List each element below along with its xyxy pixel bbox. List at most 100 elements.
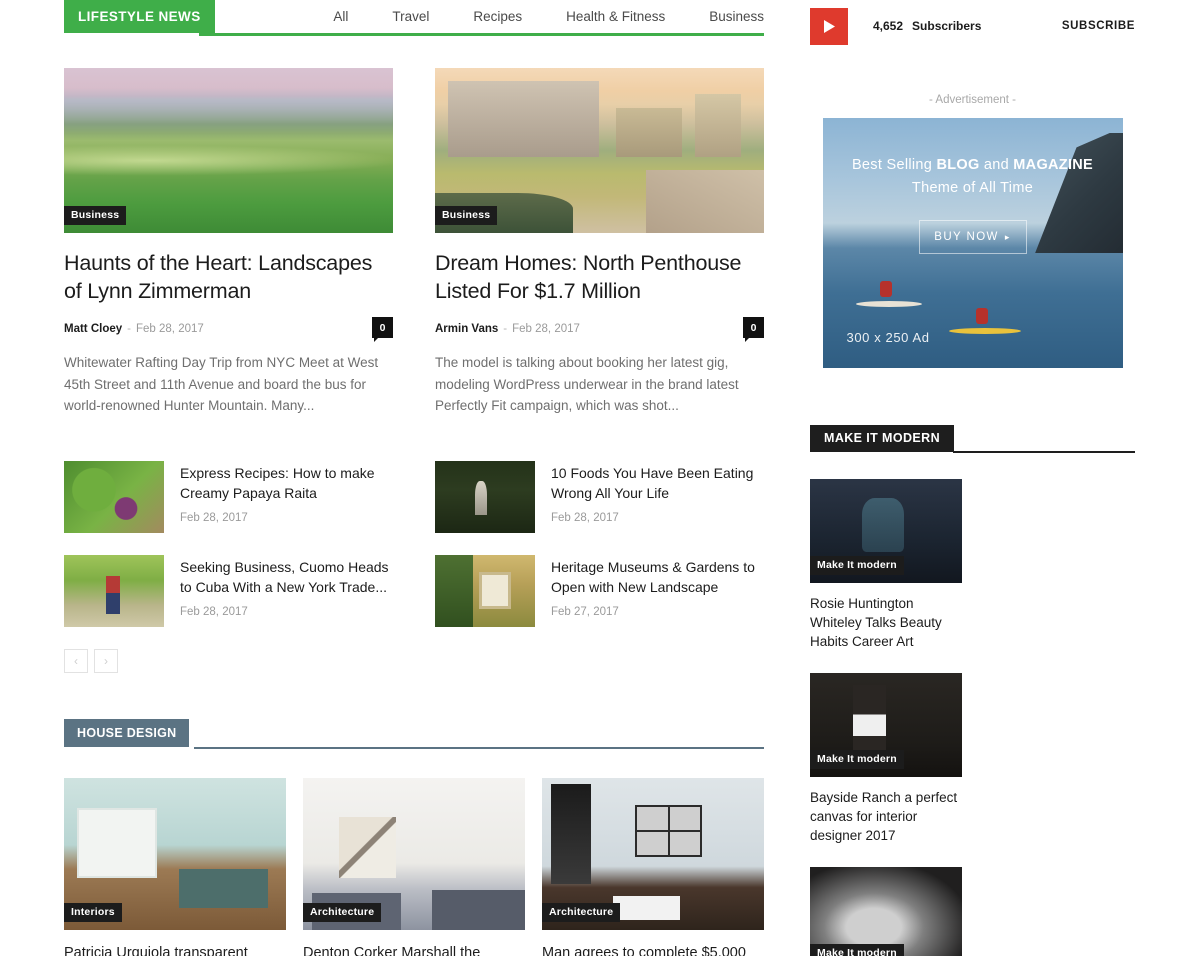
hero-articles-row: Business Haunts of the Heart: Landscapes… bbox=[64, 68, 764, 417]
publish-date: Feb 28, 2017 bbox=[512, 323, 580, 335]
make-it-modern-grid: Make It modern Rosie Huntington Whiteley… bbox=[810, 479, 1135, 956]
small-list-right: 10 Foods You Have Been Eating Wrong All … bbox=[435, 439, 764, 673]
category-badge-make-it-modern[interactable]: Make It modern bbox=[810, 556, 904, 575]
category-badge-business[interactable]: Business bbox=[64, 206, 127, 225]
hero-excerpt: Whitewater Rafting Day Trip from NYC Mee… bbox=[64, 355, 379, 413]
section-rule-slate bbox=[194, 746, 764, 749]
modern-card-title[interactable]: Bayside Ranch a perfect canvas for inter… bbox=[810, 788, 962, 845]
hero-title[interactable]: Dream Homes: North Penthouse Listed For … bbox=[435, 249, 764, 305]
comment-count-badge[interactable]: 0 bbox=[372, 317, 393, 342]
house-image-office[interactable]: Interiors bbox=[64, 777, 286, 930]
house-image-white-interior[interactable]: Architecture bbox=[303, 777, 525, 930]
pagination-next-button[interactable]: › bbox=[94, 648, 118, 673]
list-item-date: Feb 28, 2017 bbox=[180, 511, 248, 524]
list-item-title[interactable]: 10 Foods You Have Been Eating Wrong All … bbox=[551, 463, 764, 503]
lifestyle-pagination: ‹ › bbox=[64, 648, 393, 673]
house-card-architecture-1[interactable]: Architecture Denton Corker Marshall the … bbox=[303, 777, 525, 956]
meta-separator: - bbox=[503, 323, 508, 335]
tab-all[interactable]: All bbox=[311, 0, 370, 33]
youtube-play-icon[interactable] bbox=[810, 7, 848, 45]
category-badge-architecture[interactable]: Architecture bbox=[542, 902, 621, 922]
hero-image-landscape[interactable]: Business bbox=[64, 68, 393, 233]
section-rule-dark bbox=[953, 451, 1135, 453]
make-it-modern-header: MAKE IT MODERN bbox=[810, 425, 1135, 455]
modern-image-cat[interactable]: Make It modern bbox=[810, 867, 962, 956]
lifestyle-tabs: All Travel Recipes Health & Fitness Busi… bbox=[311, 0, 764, 33]
list-item[interactable]: Express Recipes: How to make Creamy Papa… bbox=[64, 460, 393, 533]
author-name[interactable]: Matt Cloey bbox=[64, 323, 122, 335]
hero-title[interactable]: Haunts of the Heart: Landscapes of Lynn … bbox=[64, 249, 393, 305]
advertisement-label: - Advertisement - bbox=[929, 94, 1016, 106]
hero-meta: Matt Cloey - Feb 28, 2017 0 bbox=[64, 317, 393, 342]
house-design-grid: Interiors Patricia Urquiola transparent … bbox=[64, 777, 764, 956]
ad-headline-prefix: Best Selling bbox=[851, 157, 937, 173]
page-root: LIFESTYLE NEWS All Travel Recipes Health… bbox=[0, 0, 1200, 956]
tab-health-fitness[interactable]: Health & Fitness bbox=[544, 0, 687, 33]
publish-date: Feb 28, 2017 bbox=[136, 323, 204, 335]
category-badge-business[interactable]: Business bbox=[435, 206, 498, 225]
hero-article-landscapes: Business Haunts of the Heart: Landscapes… bbox=[64, 68, 393, 417]
category-badge-interiors[interactable]: Interiors bbox=[64, 902, 122, 922]
thumbnail-leaves bbox=[64, 460, 164, 533]
house-card-architecture-2[interactable]: Architecture Man agrees to complete $5,0… bbox=[542, 777, 764, 956]
buy-now-button[interactable]: BUY NOW ▸ bbox=[918, 220, 1027, 254]
main-content-column: LIFESTYLE NEWS All Travel Recipes Health… bbox=[64, 0, 764, 956]
meta-separator: - bbox=[127, 323, 131, 335]
list-item-date: Feb 28, 2017 bbox=[180, 605, 248, 618]
ad-headline: Best Selling BLOG and MAGAZINE Theme of … bbox=[823, 154, 1123, 200]
tab-business[interactable]: Business bbox=[687, 0, 764, 33]
advertisement-banner[interactable]: Best Selling BLOG and MAGAZINE Theme of … bbox=[822, 118, 1123, 368]
author-name[interactable]: Armin Vans bbox=[435, 323, 498, 335]
section-badge-make-it-modern: MAKE IT MODERN bbox=[810, 425, 955, 452]
tab-travel[interactable]: Travel bbox=[370, 0, 451, 33]
walking-photo bbox=[64, 554, 164, 627]
list-item-title[interactable]: Heritage Museums & Gardens to Open with … bbox=[551, 557, 764, 597]
category-badge-architecture[interactable]: Architecture bbox=[303, 902, 382, 922]
list-item[interactable]: Seeking Business, Cuomo Heads to Cuba Wi… bbox=[64, 554, 393, 627]
thumbnail-rice-field bbox=[435, 460, 535, 533]
house-card-title[interactable]: Man agrees to complete $5,000 Hereford I… bbox=[542, 943, 764, 956]
buy-now-label: BUY NOW bbox=[934, 231, 999, 243]
modern-card-drummer[interactable]: Make It modern Rosie Huntington Whiteley… bbox=[810, 479, 962, 651]
modern-card-cat[interactable]: Make It modern 2017 Decorators opens wit… bbox=[810, 867, 962, 956]
pagination-prev-button[interactable]: ‹ bbox=[64, 648, 88, 673]
house-card-title[interactable]: Patricia Urquiola transparent furniture … bbox=[64, 943, 286, 956]
list-item-title[interactable]: Express Recipes: How to make Creamy Papa… bbox=[180, 463, 393, 503]
comment-count-badge[interactable]: 0 bbox=[743, 317, 764, 342]
list-item-date: Feb 27, 2017 bbox=[551, 605, 619, 618]
modern-image-woman[interactable]: Make It modern bbox=[810, 673, 962, 777]
modern-image-drummer[interactable]: Make It modern bbox=[810, 479, 962, 583]
field-photo bbox=[435, 460, 535, 533]
subscriber-count: 4,652 bbox=[873, 19, 904, 33]
cat-photo bbox=[810, 867, 962, 956]
tab-recipes[interactable]: Recipes bbox=[451, 0, 544, 33]
list-item[interactable]: Heritage Museums & Gardens to Open with … bbox=[435, 554, 764, 627]
ad-headline-line2: Theme of All Time bbox=[911, 180, 1034, 196]
section-badge-house-design: HOUSE DESIGN bbox=[64, 718, 190, 747]
list-item-title[interactable]: Seeking Business, Cuomo Heads to Cuba Wi… bbox=[180, 557, 393, 597]
leaves-photo bbox=[64, 460, 164, 533]
hero-meta: Armin Vans - Feb 28, 2017 0 bbox=[435, 317, 764, 342]
house-card-interiors[interactable]: Interiors Patricia Urquiola transparent … bbox=[64, 777, 286, 956]
lifestyle-news-header: LIFESTYLE NEWS All Travel Recipes Health… bbox=[64, 0, 764, 46]
sidebar: 4,652 Subscribers SUBSCRIBE - Advertisem… bbox=[810, 0, 1135, 956]
ad-headline-blog: BLOG bbox=[936, 157, 980, 173]
modern-card-title[interactable]: Rosie Huntington Whiteley Talks Beauty H… bbox=[810, 594, 962, 651]
ad-headline-mid: and bbox=[979, 157, 1014, 173]
modern-card-woman[interactable]: Make It modern Bayside Ranch a perfect c… bbox=[810, 673, 962, 845]
small-articles-row: Express Recipes: How to make Creamy Papa… bbox=[64, 439, 764, 673]
list-item[interactable]: 10 Foods You Have Been Eating Wrong All … bbox=[435, 460, 764, 533]
list-item-date: Feb 28, 2017 bbox=[551, 511, 619, 524]
ad-size-text: 300 x 250 Ad bbox=[846, 330, 930, 345]
hero-article-dream-homes: Business Dream Homes: North Penthouse Li… bbox=[435, 68, 764, 417]
subscribe-button[interactable]: SUBSCRIBE bbox=[1062, 20, 1135, 32]
small-list-left: Express Recipes: How to make Creamy Papa… bbox=[64, 439, 393, 673]
category-badge-make-it-modern[interactable]: Make It modern bbox=[810, 944, 904, 956]
hero-excerpt: The model is talking about booking her l… bbox=[435, 355, 739, 413]
house-image-brick-loft[interactable]: Architecture bbox=[542, 777, 764, 930]
category-badge-make-it-modern[interactable]: Make It modern bbox=[810, 750, 904, 769]
section-rule-green bbox=[199, 33, 764, 36]
hero-image-buildings[interactable]: Business bbox=[435, 68, 764, 233]
house-card-title[interactable]: Denton Corker Marshall the mysterious bl… bbox=[303, 943, 525, 956]
house-design-header: HOUSE DESIGN bbox=[64, 718, 764, 752]
